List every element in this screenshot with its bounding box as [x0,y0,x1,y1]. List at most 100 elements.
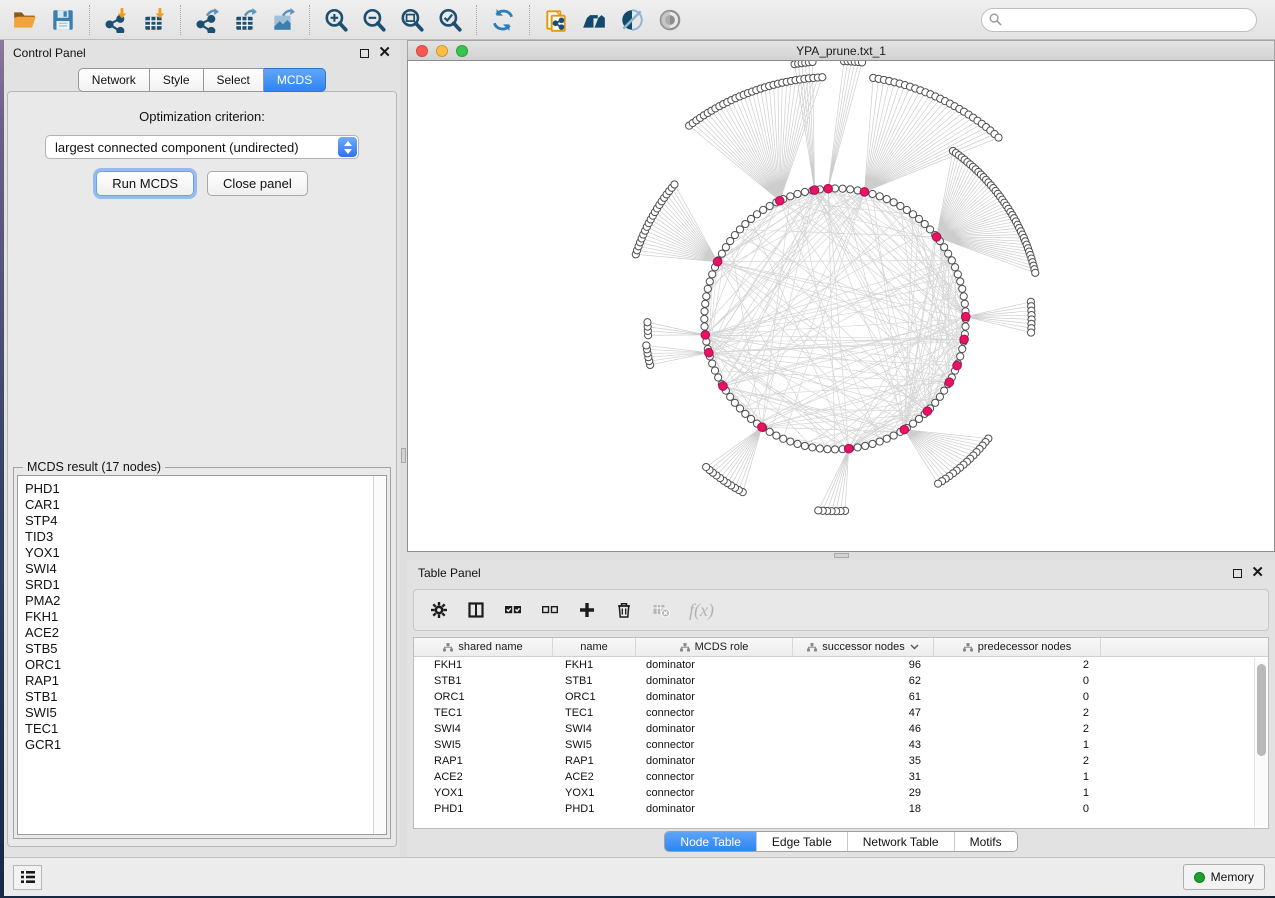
delete-table-button [652,601,670,619]
column-header-predecessor-nodes[interactable]: predecessor nodes [934,638,1101,656]
table-panel-float-button[interactable] [1233,569,1242,578]
tab-motifs[interactable]: Motifs [954,832,1017,851]
mcds-result-item[interactable]: GCR1 [25,737,373,753]
table-cell: ACE2 [414,771,553,783]
vertical-splitter-handle[interactable] [401,448,406,463]
mcds-result-item[interactable]: SWI5 [25,705,373,721]
run-mcds-button[interactable]: Run MCDS [96,171,194,196]
network-window-titlebar: YPA_prune.txt_1 [407,40,1275,60]
column-header-shared-name[interactable]: shared name [414,638,553,656]
horizontal-splitter-handle[interactable] [834,553,849,558]
network-canvas[interactable] [407,60,1275,552]
mcds-result-item[interactable]: PHD1 [25,481,373,497]
mcds-result-item[interactable]: STB1 [25,689,373,705]
open-session-button[interactable] [6,3,44,37]
table-cell: 2 [934,659,1101,671]
import-table-button[interactable] [135,3,173,37]
export-image-icon [270,7,296,33]
select-all-columns-button[interactable] [504,601,522,619]
mcds-result-item[interactable]: STB5 [25,641,373,657]
show-columns-icon [467,601,485,619]
search-window-button[interactable] [575,3,613,37]
table-scrollbar-thumb[interactable] [1257,664,1266,756]
table-row[interactable]: STB1STB1dominator620 [414,673,1268,689]
mcds-result-item[interactable]: YOX1 [25,545,373,561]
table-scrollbar[interactable] [1254,658,1268,827]
mcds-result-item[interactable]: ACE2 [25,625,373,641]
refresh-button[interactable] [484,3,522,37]
column-header-MCDS-role[interactable]: MCDS role [636,638,793,656]
zoom-in-button[interactable] [317,3,355,37]
table-row[interactable]: TEC1TEC1connector472 [414,705,1268,721]
table-panel-close-button[interactable]: ✕ [1251,567,1264,579]
mcds-result-item[interactable]: ORC1 [25,657,373,673]
optimization-criterion-label: Optimization criterion: [139,109,265,124]
column-type-icon [443,643,453,652]
sort-desc-icon [910,644,919,650]
mcds-result-item[interactable]: TEC1 [25,721,373,737]
mcds-result-item[interactable]: PMA2 [25,593,373,609]
table-row[interactable]: RAP1RAP1dominator352 [414,753,1268,769]
mcds-result-item[interactable]: CAR1 [25,497,373,513]
table-row[interactable]: FKH1FKH1dominator962 [414,657,1268,673]
export-image-button[interactable] [264,3,302,37]
tab-edge-table[interactable]: Edge Table [756,832,847,851]
memory-button[interactable]: Memory [1183,864,1265,890]
show-columns-button[interactable] [467,601,485,619]
column-header-successor-nodes[interactable]: successor nodes [793,638,934,656]
network-file-button[interactable] [537,3,575,37]
table-panel-title: Table Panel [418,566,481,580]
table-row[interactable]: PHD1PHD1dominator180 [414,801,1268,817]
mcds-result-item[interactable]: SRD1 [25,577,373,593]
tab-node-table[interactable]: Node Table [665,832,756,851]
table-row[interactable]: SWI5SWI5connector431 [414,737,1268,753]
mcds-result-item[interactable]: FKH1 [25,609,373,625]
control-panel-float-button[interactable] [360,49,369,58]
column-header-name[interactable]: name [553,638,636,656]
window-minimize-icon[interactable] [436,45,448,57]
tab-network[interactable]: Network [78,68,150,92]
delete-column-button[interactable] [615,601,633,619]
export-table-button[interactable] [226,3,264,37]
mcds-result-list: PHD1CAR1STP4TID3YOX1SWI4SRD1PMA2FKH1ACE2… [17,475,387,835]
column-header-filler [1101,638,1268,656]
function-builder-icon: f(x) [689,600,714,621]
control-panel-close-button[interactable]: ✕ [378,47,391,59]
add-column-button[interactable] [578,601,596,619]
table-cell: 31 [793,771,934,783]
table-row[interactable]: SWI4SWI4dominator462 [414,721,1268,737]
unselect-all-columns-button[interactable] [541,601,559,619]
window-close-icon[interactable] [416,45,428,57]
search-input[interactable] [981,8,1257,32]
mcds-result-scrollbar[interactable] [373,476,386,834]
zoom-out-button[interactable] [355,3,393,37]
save-session-button[interactable] [44,3,82,37]
tab-network-table[interactable]: Network Table [847,832,954,851]
tab-mcds[interactable]: MCDS [264,68,326,92]
table-cell: connector [636,787,793,799]
import-network-button[interactable] [97,3,135,37]
function-builder-button: f(x) [689,600,714,621]
zoom-selected-button[interactable] [431,3,469,37]
tab-select[interactable]: Select [204,68,264,92]
table-cell: connector [636,739,793,751]
mcds-result-item[interactable]: STP4 [25,513,373,529]
task-history-button[interactable] [13,865,42,890]
close-panel-button[interactable]: Close panel [207,171,308,196]
mcds-result-item[interactable]: TID3 [25,529,373,545]
export-network-button[interactable] [188,3,226,37]
mcds-result-item[interactable]: SWI4 [25,561,373,577]
horizontal-splitter[interactable] [407,552,1275,560]
zoom-fit-button[interactable] [393,3,431,37]
table-row[interactable]: YOX1YOX1connector291 [414,785,1268,801]
table-row[interactable]: ORC1ORC1dominator610 [414,689,1268,705]
window-maximize-icon[interactable] [456,45,468,57]
optimization-criterion-dropdown[interactable]: largest connected component (undirected) [45,135,359,159]
hide-details-button[interactable] [613,3,651,37]
show-details-button[interactable] [651,3,689,37]
table-row[interactable]: ACE2ACE2connector311 [414,769,1268,785]
table-settings-gear-button[interactable] [430,601,448,619]
mcds-result-item[interactable]: RAP1 [25,673,373,689]
tab-style[interactable]: Style [150,68,204,92]
vertical-splitter[interactable] [400,40,407,857]
